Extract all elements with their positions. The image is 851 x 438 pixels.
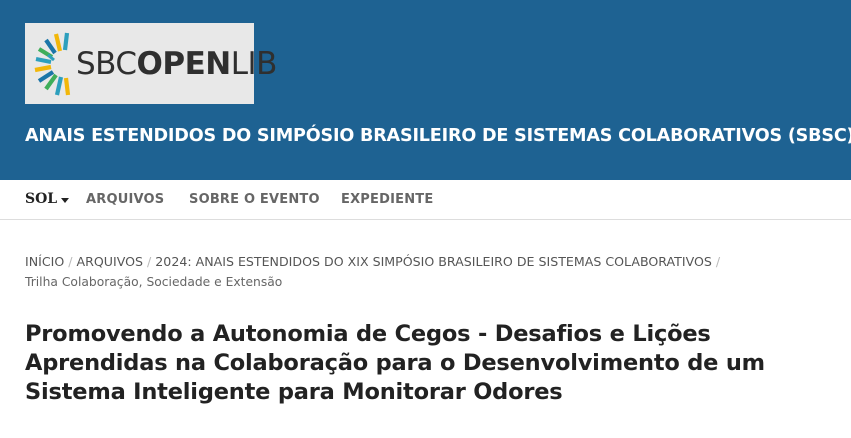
logo-wordmark: SBCOPENLIB	[76, 40, 277, 88]
article-title: Promovendo a Autonomia de Cegos - Desafi…	[25, 321, 765, 405]
breadcrumb-link-issue[interactable]: 2024: ANAIS ESTENDIDOS DO XIX SIMPÓSIO B…	[155, 254, 712, 269]
breadcrumb-current: Trilha Colaboração, Sociedade e Extensão	[25, 275, 283, 289]
breadcrumb-link-arquivos[interactable]: ARQUIVOS	[77, 254, 144, 269]
nav-item-expediente[interactable]: EXPEDIENTE	[341, 192, 433, 207]
breadcrumb-separator: /	[68, 254, 73, 269]
primary-nav: SOL ARQUIVOS SOBRE O EVENTO EXPEDIENTE	[0, 180, 851, 220]
chevron-down-icon[interactable]	[61, 198, 69, 203]
site-header: SBCOPENLIB ANAIS ESTENDIDOS DO SIMPÓSIO …	[0, 0, 851, 180]
logo-text-suffix: LIB	[230, 46, 278, 82]
language-selector[interactable]: SOL	[25, 191, 57, 207]
logo-text-prefix: SBC	[76, 46, 137, 82]
site-title[interactable]: ANAIS ESTENDIDOS DO SIMPÓSIO BRASILEIRO …	[25, 126, 851, 146]
nav-item-arquivos[interactable]: ARQUIVOS	[86, 192, 164, 207]
nav-item-sobre-o-evento[interactable]: SOBRE O EVENTO	[189, 192, 320, 207]
breadcrumb-link-inicio[interactable]: INÍCIO	[25, 254, 64, 269]
logo-text-bold: OPEN	[136, 46, 232, 82]
breadcrumb-separator: /	[715, 254, 721, 269]
breadcrumb-separator: /	[147, 254, 152, 269]
sbc-openlib-logo[interactable]: SBCOPENLIB	[25, 23, 277, 104]
breadcrumb: INÍCIO / ARQUIVOS/2024: ANAIS ESTENDIDOS D…	[25, 252, 835, 292]
